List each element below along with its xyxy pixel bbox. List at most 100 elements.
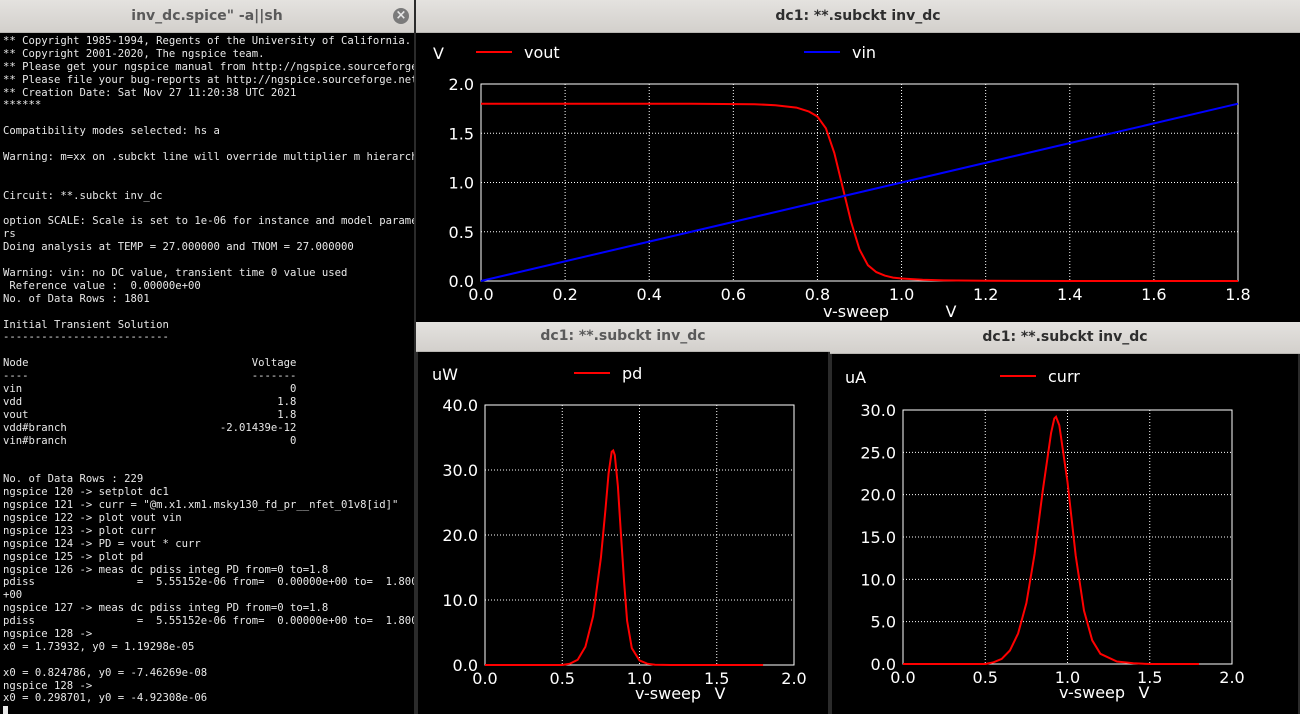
x-axis-unit: V: [1139, 683, 1150, 702]
x-tick-label: 0.6: [721, 285, 746, 304]
terminal-line: vout 1.8: [3, 408, 297, 421]
terminal-line: pdiss = 5.55152e-06 from= 0.00000e+00 to…: [3, 576, 414, 589]
x-tick-label: 1.4: [1057, 285, 1082, 304]
y-tick-label: 40.0: [442, 396, 478, 415]
y-tick-label: 15.0: [860, 528, 896, 547]
plot-window-voltage[interactable]: dc1: **.subckt inv_dc 0.0 0.2 0.4 0.6 0.8 1.0…: [416, 0, 1300, 322]
y-tick-label: 0.0: [453, 656, 478, 675]
plot-titlebar[interactable]: dc1: **.subckt inv_dc: [416, 0, 1300, 33]
x-tick-label: 1.6: [1141, 285, 1166, 304]
legend-label: pd: [622, 364, 642, 383]
terminal-window[interactable]: inv_dc.spice" -a||sh × ** Copyright 1985…: [0, 0, 414, 714]
plot-title: dc1: **.subckt inv_dc: [982, 329, 1148, 345]
x-axis-unit: V: [946, 302, 957, 321]
y-tick-label: 20.0: [860, 486, 896, 505]
terminal-line: option SCALE: Scale is set to 1e-06 for …: [3, 215, 414, 228]
terminal-line: ** Please get your ngspice manual from h…: [3, 60, 414, 73]
voltage-chart: 0.0 0.2 0.4 0.6 0.8 1.0 1.2 1.4 1.6 1.80.00.51.01…: [433, 43, 1251, 321]
terminal-line: Node Voltage: [3, 357, 297, 370]
terminal-line: Doing analysis at TEMP = 27.000000 and T…: [3, 241, 354, 254]
terminal-line: +00: [3, 589, 23, 602]
terminal-line: ** Please file your bug-reports at http:…: [3, 73, 414, 86]
terminal-line: Reference value : 0.00000e+00: [3, 279, 201, 292]
terminal-titlebar[interactable]: inv_dc.spice" -a||sh ×: [0, 0, 414, 33]
close-icon[interactable]: ×: [393, 8, 409, 24]
terminal-line: rs: [3, 228, 16, 241]
terminal-line: Initial Transient Solution: [3, 318, 169, 331]
terminal-line: --------------------------: [3, 331, 169, 344]
terminal-line: ** Copyright 1985-1994, Regents of the U…: [3, 35, 412, 47]
y-tick-label: 0.5: [449, 223, 474, 242]
y-tick-label: 10.0: [860, 570, 896, 589]
terminal-line: ngspice 122 -> plot vout vin: [3, 511, 182, 524]
x-tick-label: 0.2: [552, 285, 577, 304]
terminal-line: Warning: m=xx on .subckt line will overr…: [3, 151, 414, 164]
x-tick-label: 0.4: [636, 285, 661, 304]
terminal-line: ******: [3, 99, 42, 112]
plot-window-current[interactable]: dc1: **.subckt inv_dc 0.0 0.5 1.0 1.5 2.0 0.0…: [830, 322, 1300, 714]
legend-label: curr: [1048, 367, 1080, 386]
x-tick-label: 0.5: [973, 668, 998, 687]
y-axis-label: V: [433, 44, 444, 63]
y-tick-label: 10.0: [442, 591, 478, 610]
terminal-line: Warning: vin: no DC value, transient tim…: [3, 267, 348, 280]
plot-titlebar[interactable]: dc1: **.subckt inv_dc: [416, 322, 830, 352]
y-tick-label: 25.0: [860, 443, 896, 462]
x-axis-label: v-sweep: [823, 302, 889, 321]
y-axis-label: uA: [845, 368, 866, 387]
y-tick-label: 5.0: [871, 613, 896, 632]
plot-title: dc1: **.subckt inv_dc: [775, 8, 941, 24]
plot-title: dc1: **.subckt inv_dc: [540, 328, 706, 344]
x-tick-label: 2.0: [781, 669, 806, 688]
terminal-line: ngspice 124 -> PD = vout * curr: [3, 537, 201, 550]
terminal-line: ngspice 120 -> setplot dc1: [3, 486, 169, 499]
terminal-line: ** Copyright 2001-2020, The ngspice team…: [3, 47, 265, 60]
y-tick-label: 0.0: [871, 655, 896, 674]
terminal-line: ngspice 126 -> meas dc pdiss integ PD fr…: [3, 563, 329, 576]
plot-window-power[interactable]: dc1: **.subckt inv_dc 0.0 0.5 1.0 1.5 2.0 0.0…: [416, 322, 830, 714]
series-line-pd: [485, 448, 764, 666]
x-axis-label: v-sweep: [1059, 683, 1125, 702]
y-tick-label: 20.0: [442, 526, 478, 545]
cursor: [3, 706, 8, 714]
legend-label: vout: [524, 43, 560, 62]
terminal-line: vin 0: [3, 383, 297, 396]
y-axis-label: uW: [432, 365, 458, 384]
terminal-line: ---- -------: [3, 370, 297, 383]
terminal-line: vdd 1.8: [3, 395, 297, 408]
x-tick-label: 1.0: [889, 285, 914, 304]
terminal-line: ngspice 121 -> curr = "@m.x1.xm1.msky130…: [3, 499, 399, 512]
terminal-line: ** Creation Date: Sat Nov 27 11:20:38 UT…: [3, 86, 297, 99]
terminal-output[interactable]: ** Copyright 1985-1994, Regents of the U…: [0, 33, 414, 714]
y-tick-label: 0.0: [449, 272, 474, 291]
terminal-line: ngspice 128 ->: [3, 627, 93, 640]
terminal-line: ngspice 128 ->: [3, 679, 93, 692]
terminal-line: Circuit: **.subckt inv_dc: [3, 189, 163, 202]
x-axis-unit: V: [715, 684, 726, 703]
series-line-curr: [903, 415, 1200, 665]
plot-titlebar[interactable]: dc1: **.subckt inv_dc: [830, 322, 1300, 354]
terminal-line: ngspice 127 -> meas dc pdiss integ PD fr…: [3, 602, 329, 615]
x-tick-label: 1.8: [1225, 285, 1250, 304]
terminal-line: No. of Data Rows : 1801: [3, 292, 150, 305]
x-tick-label: 2.0: [1219, 668, 1244, 687]
y-tick-label: 30.0: [442, 461, 478, 480]
terminal-title: inv_dc.spice" -a||sh: [131, 8, 283, 24]
terminal-line: x0 = 0.298701, y0 = -4.92308e-06: [3, 692, 208, 705]
y-tick-label: 1.0: [449, 174, 474, 193]
terminal-cursor-line: [3, 705, 414, 714]
y-tick-label: 2.0: [449, 75, 474, 94]
y-tick-label: 30.0: [860, 401, 896, 420]
x-tick-label: 0.5: [550, 669, 575, 688]
x-axis-label: v-sweep: [635, 684, 701, 703]
y-tick-label: 1.5: [449, 124, 474, 143]
